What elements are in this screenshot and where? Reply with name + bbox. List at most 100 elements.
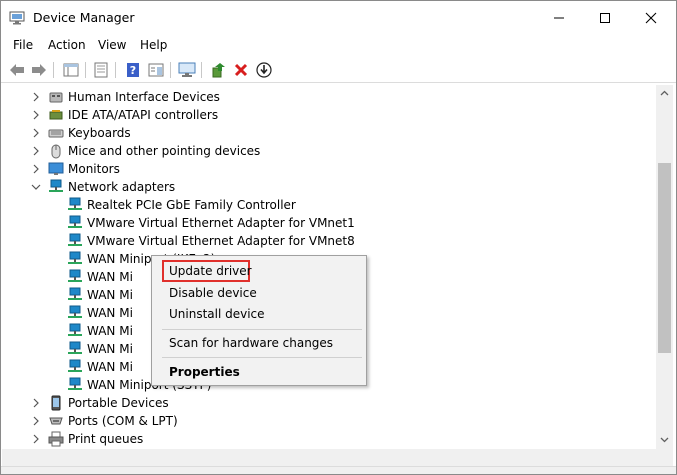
tree-label: Human Interface Devices: [68, 90, 220, 104]
tree-device-row[interactable]: VMware Virtual Ethernet Adapter for VMne…: [2, 232, 656, 250]
tree-category-row[interactable]: Monitors: [2, 160, 656, 178]
menu-item-scan-hardware[interactable]: Scan for hardware changes: [169, 336, 333, 350]
forward-arrow-icon: [32, 64, 46, 76]
tree-category-row[interactable]: Print queues: [2, 430, 656, 448]
title-bar[interactable]: Device Manager: [1, 1, 676, 35]
close-button[interactable]: [628, 1, 674, 35]
tree-category-row[interactable]: Human Interface Devices: [2, 88, 656, 106]
network-adapter-icon: [68, 233, 82, 246]
uninstall-device-button[interactable]: [231, 60, 251, 80]
tree-label: WAN Mi: [87, 306, 133, 320]
properties-toolbar-button[interactable]: [91, 60, 111, 80]
port-icon: [49, 417, 63, 425]
chevron-right-icon[interactable]: [31, 398, 41, 408]
chevron-right-icon[interactable]: [31, 146, 41, 156]
tree-label: WAN Mi: [87, 288, 133, 302]
tree-category-row[interactable]: Portable Devices: [2, 394, 656, 412]
device-manager-icon: [9, 11, 25, 25]
scroll-down-arrow-icon[interactable]: [660, 437, 669, 443]
menu-action[interactable]: Action: [48, 38, 86, 52]
chevron-right-icon[interactable]: [31, 164, 41, 174]
minimize-button[interactable]: [536, 1, 582, 35]
tree-label: WAN Mi: [87, 360, 133, 374]
network-adapter-icon: [68, 197, 82, 210]
tree-category-row[interactable]: Keyboards: [2, 124, 656, 142]
window-title: Device Manager: [33, 10, 135, 25]
mouse-icon: [51, 144, 61, 159]
tree-label: WAN Mi: [87, 324, 133, 338]
menu-separator: [162, 357, 362, 358]
vertical-scrollbar[interactable]: [656, 85, 673, 449]
menu-item-disable-device[interactable]: Disable device: [169, 286, 257, 300]
network-icon: [49, 179, 63, 192]
scroll-up-arrow-icon[interactable]: [660, 90, 669, 96]
network-adapter-icon: [68, 323, 82, 336]
tree-label: IDE ATA/ATAPI controllers: [68, 108, 219, 122]
chevron-right-icon[interactable]: [31, 110, 41, 120]
scrollbar-thumb[interactable]: [658, 163, 671, 353]
network-adapter-icon: [68, 287, 82, 300]
tree-label: WAN Mi: [87, 270, 133, 284]
chevron-right-icon[interactable]: [31, 128, 41, 138]
menu-item-uninstall-device[interactable]: Uninstall device: [169, 307, 265, 321]
tree-category-row[interactable]: Mice and other pointing devices: [2, 142, 656, 160]
network-adapter-icon: [68, 269, 82, 282]
tree-device-row[interactable]: VMware Virtual Ethernet Adapter for VMne…: [2, 214, 656, 232]
show-hide-console-tree-button[interactable]: [61, 60, 81, 80]
menu-view[interactable]: View: [98, 38, 126, 52]
tree-category-row[interactable]: Network adapters: [2, 178, 656, 196]
ide-controller-icon: [49, 110, 63, 120]
scan-hardware-button[interactable]: [177, 60, 197, 80]
toolbar-separator: [170, 62, 171, 78]
network-adapter-icon: [68, 359, 82, 372]
enable-device-button[interactable]: [254, 60, 274, 80]
tree-label: Mice and other pointing devices: [68, 144, 261, 158]
menu-bar: File Action View Help: [1, 35, 676, 55]
back-arrow-icon: [10, 64, 24, 76]
network-adapter-icon: [68, 215, 82, 228]
portable-device-icon: [51, 395, 61, 411]
action-pane-button[interactable]: [146, 60, 166, 80]
menu-separator: [162, 329, 362, 330]
network-adapter-icon: [68, 341, 82, 354]
tree-label: Monitors: [68, 162, 120, 176]
toolbar-separator: [85, 62, 86, 78]
status-bar: [1, 466, 676, 474]
red-x-icon: [234, 63, 248, 77]
tree-label: WAN Mi: [87, 342, 133, 356]
chevron-right-icon[interactable]: [31, 416, 41, 426]
tree-label: Portable Devices: [68, 396, 169, 410]
chevron-down-icon[interactable]: [31, 182, 41, 192]
update-driver-button[interactable]: [208, 60, 228, 80]
chevron-right-icon[interactable]: [31, 434, 41, 444]
chevron-right-icon[interactable]: [31, 92, 41, 102]
menu-item-update-driver[interactable]: Update driver: [169, 264, 252, 278]
tree-device-row[interactable]: Realtek PCIe GbE Family Controller: [2, 196, 656, 214]
back-button[interactable]: [7, 60, 27, 80]
toolbar-separator: [53, 62, 54, 78]
maximize-button[interactable]: [582, 1, 628, 35]
device-manager-window: Device Manager File Action View Help ? H…: [0, 0, 677, 475]
tree-label: VMware Virtual Ethernet Adapter for VMne…: [87, 216, 355, 230]
minimize-icon: [554, 17, 564, 19]
help-icon: ?: [127, 63, 139, 77]
forward-button[interactable]: [29, 60, 49, 80]
context-menu: Update driver Disable device Uninstall d…: [151, 255, 367, 386]
scrollbar-corner: [656, 449, 673, 466]
tree-category-row[interactable]: IDE ATA/ATAPI controllers: [2, 106, 656, 124]
menu-help[interactable]: Help: [140, 38, 167, 52]
tree-label: VMware Virtual Ethernet Adapter for VMne…: [87, 234, 355, 248]
menu-item-properties[interactable]: Properties: [169, 365, 240, 379]
menu-file[interactable]: File: [13, 38, 33, 52]
toolbar-separator: [201, 62, 202, 78]
maximize-icon: [600, 13, 610, 23]
close-icon: [645, 12, 657, 24]
horizontal-scrollbar[interactable]: [2, 449, 656, 466]
download-circle-icon: [256, 62, 272, 78]
tree-category-row[interactable]: Ports (COM & LPT): [2, 412, 656, 430]
help-toolbar-button[interactable]: ?: [123, 60, 143, 80]
monitor-icon: [48, 162, 64, 175]
monitor-scan-icon: [178, 62, 196, 77]
toolbar: ?: [1, 57, 676, 83]
tree-label: Ports (COM & LPT): [68, 414, 178, 428]
